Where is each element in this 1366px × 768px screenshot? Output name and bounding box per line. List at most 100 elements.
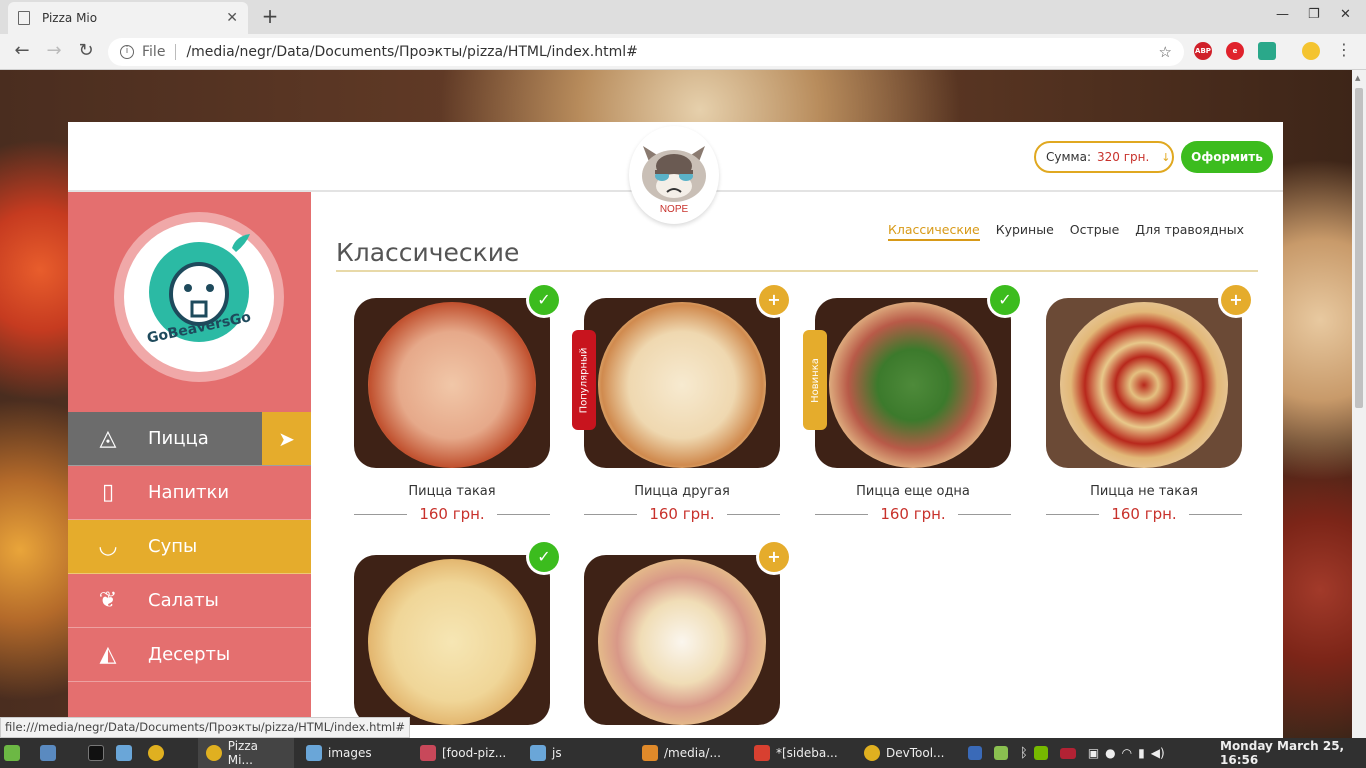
- battery-icon[interactable]: ▮: [1138, 746, 1145, 760]
- clock[interactable]: Monday March 25, 16:56: [1220, 738, 1366, 768]
- scrollbar-thumb[interactable]: [1355, 88, 1363, 408]
- product-name: Пицца такая: [408, 484, 496, 499]
- nvidia-icon[interactable]: [1033, 746, 1048, 760]
- menu-item-salads[interactable]: ❦ Салаты: [68, 574, 311, 628]
- arrow-right-icon[interactable]: ➤: [262, 412, 311, 465]
- cat-icon: NOPE: [642, 146, 706, 215]
- product-card[interactable]: ✓: [354, 539, 562, 725]
- order-button[interactable]: Оформить: [1181, 141, 1273, 173]
- product-card[interactable]: + Пицца другая 160 грн.: [584, 282, 792, 523]
- taskbar-item-food[interactable]: [food-piz...: [420, 738, 506, 768]
- terminal-icon[interactable]: [88, 738, 110, 768]
- browser-tab-strip: Pizza Mio ✕ + — ❐ ✕: [0, 0, 1366, 34]
- sum-value: 320 грн.: [1096, 150, 1150, 164]
- url-scheme: File: [142, 44, 166, 60]
- logo[interactable]: [124, 222, 274, 372]
- taskbar-item-images[interactable]: images: [306, 738, 372, 768]
- site-container: Сумма: 320 грн. ↓ Оформить NOPE GoBeaver…: [68, 122, 1283, 738]
- chrome-icon[interactable]: [148, 738, 170, 768]
- taskbar-item-pizza[interactable]: Pizza Mi...: [198, 738, 294, 768]
- minimize-icon[interactable]: —: [1276, 7, 1289, 22]
- page-title: Классические: [336, 238, 520, 267]
- added-check-button[interactable]: ✓: [526, 282, 562, 318]
- taskbar-item-sidebar[interactable]: *[sideba...: [754, 738, 838, 768]
- adblock-icon[interactable]: ABP: [1194, 42, 1212, 60]
- mint-menu-icon[interactable]: [4, 738, 26, 768]
- user-icon[interactable]: ●: [1105, 746, 1115, 760]
- taskbar-item-sublime[interactable]: /media/...: [642, 738, 721, 768]
- product-name: Пицца другая: [634, 484, 730, 499]
- show-desktop-icon[interactable]: [40, 738, 62, 768]
- address-bar[interactable]: i File /media/negr/Data/Documents/Проэкт…: [108, 38, 1184, 66]
- menu-label: Десерты: [148, 644, 231, 665]
- url-text[interactable]: /media/negr/Data/Documents/Проэкты/pizza…: [186, 44, 637, 60]
- new-tab-button[interactable]: +: [258, 4, 282, 28]
- browser-toolbar: ← → ↻ i File /media/negr/Data/Documents/…: [0, 34, 1366, 70]
- browser-tab[interactable]: Pizza Mio ✕: [8, 2, 248, 34]
- bookmark-star-icon[interactable]: ☆: [1159, 43, 1172, 61]
- extension-e-icon[interactable]: e: [1226, 42, 1244, 60]
- browser-menu-icon[interactable]: ⋮: [1332, 40, 1356, 59]
- product-name: Пицца еще одна: [856, 484, 970, 499]
- cart-sum[interactable]: Сумма: 320 грн. ↓: [1034, 141, 1174, 173]
- tab-chicken[interactable]: Куриные: [996, 222, 1054, 241]
- add-to-cart-button[interactable]: +: [1218, 282, 1254, 318]
- pizza-image[interactable]: [354, 555, 550, 725]
- volume-icon[interactable]: ◀): [1151, 746, 1165, 760]
- tab-title: Pizza Mio: [42, 11, 98, 25]
- add-to-cart-button[interactable]: +: [756, 539, 792, 575]
- info-icon[interactable]: i: [120, 45, 134, 59]
- scroll-up-icon[interactable]: ▲: [1355, 74, 1360, 82]
- new-tag: Новинка: [803, 330, 827, 430]
- back-icon[interactable]: ←: [10, 40, 34, 61]
- product-card[interactable]: + Пицца не такая 160 грн.: [1046, 282, 1254, 523]
- tab-close-icon[interactable]: ✕: [226, 10, 238, 26]
- pizza-image[interactable]: [815, 298, 1011, 468]
- add-to-cart-button[interactable]: +: [756, 282, 792, 318]
- shield-icon[interactable]: [968, 746, 982, 760]
- tab-spicy[interactable]: Острые: [1070, 222, 1120, 241]
- reload-icon[interactable]: ↻: [74, 40, 98, 61]
- menu-item-drinks[interactable]: ▯ Напитки: [68, 466, 311, 520]
- pizza-image[interactable]: [1046, 298, 1242, 468]
- chevron-down-icon[interactable]: ↓: [1161, 151, 1170, 164]
- wifi-icon[interactable]: ◠: [1122, 746, 1132, 760]
- product-card[interactable]: ✓ Пицца такая 160 грн.: [354, 282, 562, 523]
- added-check-button[interactable]: ✓: [526, 539, 562, 575]
- beaver-icon: [149, 234, 250, 342]
- forward-icon[interactable]: →: [42, 40, 66, 61]
- menu-label: Супы: [148, 536, 198, 557]
- tab-classic[interactable]: Классические: [888, 222, 980, 241]
- menu-item-desserts[interactable]: ◭ Десерты: [68, 628, 311, 682]
- clipboard-icon[interactable]: ▣: [1088, 746, 1099, 760]
- extension-shield-icon[interactable]: [1258, 42, 1276, 60]
- cake-icon: ◭: [99, 642, 117, 667]
- pizza-slice-icon: ◬: [99, 426, 117, 451]
- product-price: 160 грн.: [354, 505, 550, 523]
- extension-face-icon[interactable]: [1302, 42, 1320, 60]
- salad-icon: ❦: [98, 588, 118, 613]
- category-menu: ◬ Пицца ➤ ▯ Напитки ◡ Супы ❦ Салаты ◭ Де…: [68, 412, 311, 682]
- files-icon[interactable]: [116, 738, 138, 768]
- product-card[interactable]: +: [584, 539, 792, 725]
- keyboard-layout-icon[interactable]: [1059, 747, 1076, 759]
- added-check-button[interactable]: ✓: [987, 282, 1023, 318]
- product-card[interactable]: ✓ Пицца еще одна 160 грн.: [815, 282, 1023, 523]
- pizza-image[interactable]: [584, 298, 780, 468]
- pizza-subcategory-tabs: Классические Куриные Острые Для травоядн…: [888, 222, 1244, 241]
- maximize-icon[interactable]: ❐: [1308, 7, 1320, 22]
- taskbar-item-js[interactable]: js: [530, 738, 562, 768]
- menu-item-soups[interactable]: ◡ Супы: [68, 520, 311, 574]
- title-divider: [336, 270, 1258, 272]
- taskbar-item-devtools[interactable]: DevTool...: [864, 738, 944, 768]
- pizza-image[interactable]: [584, 555, 780, 725]
- window-close-icon[interactable]: ✕: [1340, 7, 1351, 22]
- tab-vegetarian[interactable]: Для травоядных: [1135, 222, 1244, 241]
- product-price: 160 грн.: [1046, 505, 1242, 523]
- menu-item-pizza[interactable]: ◬ Пицца ➤: [68, 412, 311, 466]
- product-price: 160 грн.: [584, 505, 780, 523]
- pizza-image[interactable]: [354, 298, 550, 468]
- update-icon[interactable]: [994, 746, 1008, 760]
- bluetooth-icon[interactable]: ᛒ: [1020, 746, 1028, 761]
- grumpy-cat-logo[interactable]: NOPE: [629, 126, 719, 224]
